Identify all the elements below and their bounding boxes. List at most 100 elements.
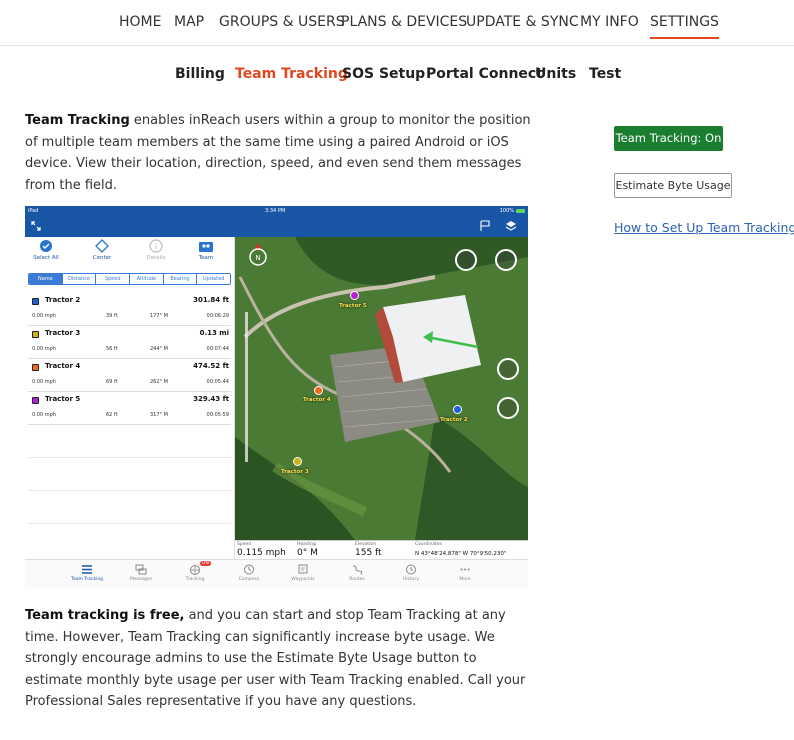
ios-status-bar: iPad 3:34 PM 100% bbox=[25, 206, 528, 216]
team-tool[interactable]: Team bbox=[185, 239, 227, 261]
subnav-test[interactable]: Test bbox=[589, 66, 621, 82]
speed-label: Speed bbox=[237, 542, 252, 547]
tab-history[interactable]: History bbox=[389, 564, 433, 582]
speed-value: 0.115 mph bbox=[237, 548, 286, 558]
app-top-bar bbox=[25, 216, 528, 237]
tracker-distance: 474.52 ft bbox=[193, 362, 229, 370]
subnav-team-tracking[interactable]: Team Tracking bbox=[235, 66, 348, 82]
tracker-color-swatch bbox=[32, 397, 39, 404]
nav-map[interactable]: MAP bbox=[174, 14, 204, 30]
tracker-name: Tractor 2 bbox=[45, 296, 81, 304]
check-circle-icon bbox=[40, 240, 52, 252]
seg-bearing[interactable]: Bearing bbox=[164, 274, 198, 284]
app-screenshot: iPad 3:34 PM 100% N Tractor 5 Tractor 4 … bbox=[25, 206, 528, 588]
tracker-bearing: 317° M bbox=[150, 412, 168, 418]
tab-team-tracking[interactable]: Team Tracking bbox=[65, 564, 109, 582]
team-tracking-status-button[interactable]: Team Tracking: On bbox=[614, 126, 723, 151]
team-label: Team bbox=[198, 255, 214, 261]
tab-messages[interactable]: Messages bbox=[119, 564, 163, 582]
map-marker-tractor-4[interactable] bbox=[314, 386, 323, 395]
zoom-in-icon[interactable] bbox=[497, 358, 519, 380]
subnav-sos-setup[interactable]: SOS Setup bbox=[342, 66, 425, 82]
nav-settings[interactable]: SETTINGS bbox=[650, 14, 719, 39]
subnav-billing[interactable]: Billing bbox=[175, 66, 225, 82]
satellite-map[interactable]: N Tractor 5 Tractor 4 Tractor 2 Tractor … bbox=[235, 237, 528, 540]
battery-icon bbox=[516, 209, 525, 213]
nav-home[interactable]: HOME bbox=[119, 14, 161, 30]
tracker-bearing: 177° M bbox=[150, 313, 168, 319]
map-label-tractor-3: Tractor 3 bbox=[281, 469, 309, 475]
tracker-altitude: 69 ft bbox=[106, 379, 118, 385]
heading-label: Heading bbox=[297, 542, 316, 547]
tracking-icon bbox=[190, 565, 200, 575]
tracker-row[interactable]: Tractor 4 474.52 ft 0.00 mph 69 ft 262° … bbox=[28, 359, 231, 392]
tab-compass[interactable]: Compass bbox=[227, 564, 271, 582]
expand-icon[interactable] bbox=[31, 221, 41, 231]
center-label: Center bbox=[92, 255, 112, 261]
compass-icon bbox=[244, 564, 254, 575]
outro-bold: Team tracking is free, bbox=[25, 608, 185, 623]
navigate-icon[interactable] bbox=[495, 249, 517, 271]
map-marker-tractor-3[interactable] bbox=[293, 457, 302, 466]
how-to-setup-link[interactable]: How to Set Up Team Tracking bbox=[614, 220, 794, 235]
tracker-color-swatch bbox=[32, 298, 39, 305]
tab-label: Team Tracking bbox=[70, 577, 104, 582]
list-icon bbox=[82, 565, 92, 574]
tracker-color-swatch bbox=[32, 364, 39, 371]
flag-icon[interactable] bbox=[479, 220, 491, 232]
seg-altitude[interactable]: Altitude bbox=[130, 274, 164, 284]
tracker-name: Tractor 4 bbox=[45, 362, 81, 370]
nav-my-info[interactable]: MY INFO bbox=[580, 14, 639, 30]
tracker-row[interactable]: Tractor 3 0.13 mi 0.00 mph 56 ft 244° M … bbox=[28, 326, 231, 359]
map-marker-tractor-5[interactable] bbox=[350, 291, 359, 300]
center-tool[interactable]: Center bbox=[81, 239, 123, 261]
elevation-value: 155 ft bbox=[355, 548, 382, 558]
outro-paragraph: Team tracking is free, and you can start… bbox=[25, 605, 535, 713]
sort-segmented-control: Name Distance Speed Altitude Bearing Upd… bbox=[28, 273, 231, 285]
map-label-tractor-2: Tractor 2 bbox=[440, 417, 468, 423]
position-readout: Speed 0.115 mph Heading 0° M Elevation 1… bbox=[235, 540, 528, 559]
select-all-tool[interactable]: Select All bbox=[25, 239, 67, 261]
nav-update-sync[interactable]: UPDATE & SYNC bbox=[466, 14, 579, 30]
seg-speed[interactable]: Speed bbox=[96, 274, 131, 284]
zoom-out-icon[interactable] bbox=[497, 397, 519, 419]
map-marker-tractor-2[interactable] bbox=[453, 405, 462, 414]
map-label-tractor-4: Tractor 4 bbox=[303, 397, 331, 403]
subnav-portal-connect[interactable]: Portal Connect bbox=[426, 66, 543, 82]
subnav-units[interactable]: Units bbox=[535, 66, 576, 82]
svg-text:i: i bbox=[155, 242, 157, 251]
messages-icon bbox=[135, 564, 147, 575]
seg-updated[interactable]: Updated bbox=[197, 274, 230, 284]
tracker-distance: 0.13 mi bbox=[199, 329, 229, 337]
tab-label: Messages bbox=[129, 577, 153, 582]
tracker-updated: 00:05:44 bbox=[206, 379, 229, 385]
tracker-bearing: 262° M bbox=[150, 379, 168, 385]
layers-icon[interactable] bbox=[505, 220, 517, 232]
tracker-row[interactable]: Tractor 5 329.43 ft 0.00 mph 62 ft 317° … bbox=[28, 392, 231, 425]
status-device: iPad bbox=[28, 208, 39, 214]
intro-paragraph: Team Tracking enables inReach users with… bbox=[25, 110, 535, 196]
tab-tracking[interactable]: Tracking ON bbox=[173, 561, 217, 582]
routes-icon bbox=[352, 565, 363, 575]
tracker-speed: 0.00 mph bbox=[32, 346, 56, 352]
tracker-updated: 00:07:44 bbox=[206, 346, 229, 352]
status-time: 3:34 PM bbox=[265, 208, 286, 214]
history-icon bbox=[406, 564, 416, 575]
more-icon bbox=[460, 568, 470, 571]
nav-groups-users[interactable]: GROUPS & USERS bbox=[219, 14, 345, 30]
gps-target-icon[interactable] bbox=[455, 249, 477, 271]
select-all-label: Select All bbox=[33, 255, 59, 261]
tab-routes[interactable]: Routes bbox=[335, 564, 379, 582]
tab-more[interactable]: More bbox=[443, 564, 487, 582]
outro-text: and you can start and stop Team Tracking… bbox=[25, 608, 526, 709]
tracker-updated: 00:05:59 bbox=[206, 412, 229, 418]
nav-plans-devices[interactable]: PLANS & DEVICES bbox=[341, 14, 467, 30]
intro-bold: Team Tracking bbox=[25, 113, 130, 128]
tracker-row[interactable]: Tractor 2 301.84 ft 0.00 mph 39 ft 177° … bbox=[28, 293, 231, 326]
details-tool[interactable]: i Details bbox=[135, 239, 177, 261]
seg-name[interactable]: Name bbox=[29, 274, 63, 284]
tab-waypoints[interactable]: Waypoints bbox=[281, 564, 325, 582]
north-compass-icon[interactable]: N bbox=[247, 243, 269, 271]
estimate-byte-usage-button[interactable]: Estimate Byte Usage bbox=[614, 173, 732, 198]
seg-distance[interactable]: Distance bbox=[63, 274, 97, 284]
